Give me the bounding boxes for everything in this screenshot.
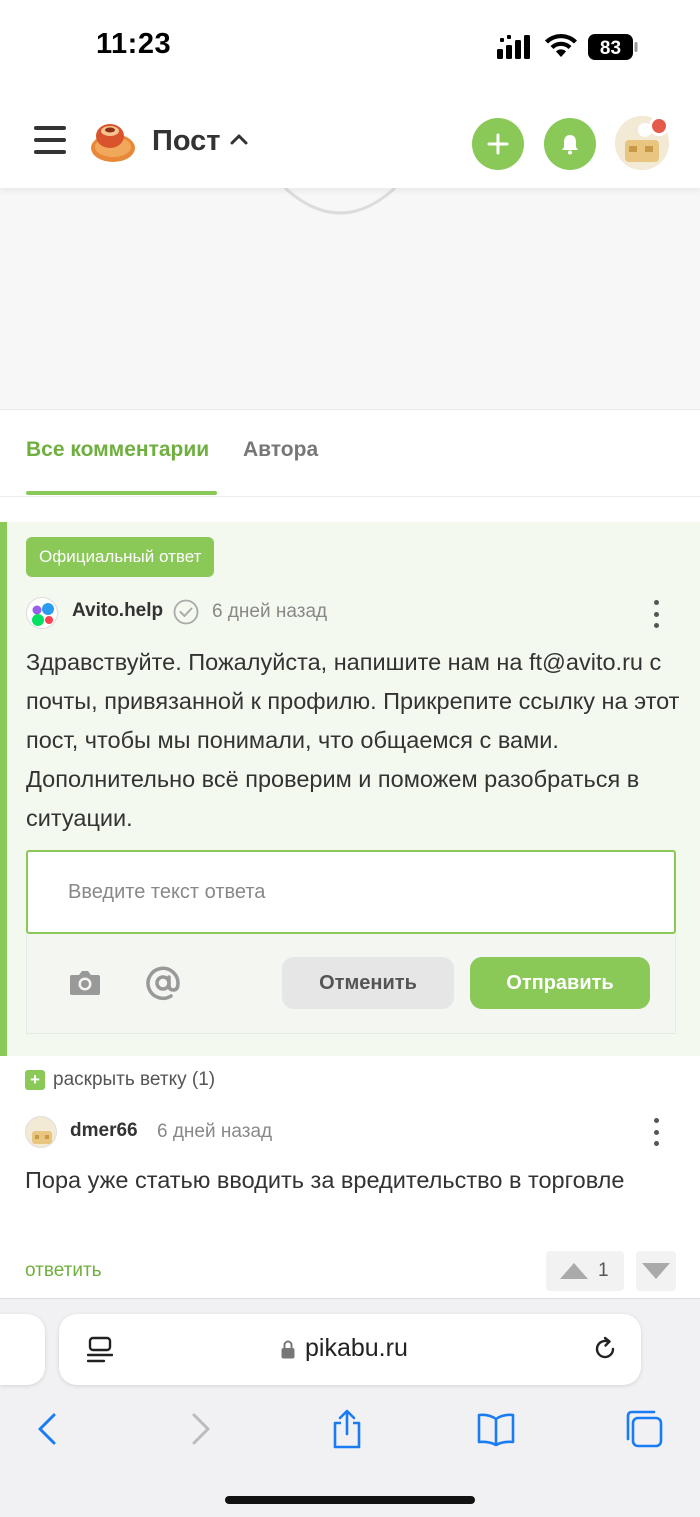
more-options-icon[interactable] xyxy=(651,600,661,628)
bell-icon xyxy=(562,135,578,155)
add-post-button[interactable] xyxy=(472,118,524,170)
share-icon[interactable] xyxy=(327,1409,367,1449)
cellular-signal-icon xyxy=(497,35,530,59)
wifi-icon xyxy=(545,34,577,57)
comments-tabs: Все комментарии Автора xyxy=(0,411,700,497)
plus-icon xyxy=(487,133,509,155)
expand-plus-icon: + xyxy=(25,1070,45,1090)
reload-icon[interactable] xyxy=(591,1335,619,1363)
previous-tab-peek[interactable] xyxy=(0,1314,45,1385)
official-comment: Официальный ответ Avito.help 6 дней наза… xyxy=(0,522,700,1056)
reply-toolbar: Отменить Отправить xyxy=(26,934,676,1034)
notification-dot xyxy=(649,116,669,136)
comment-time: 6 дней назад xyxy=(157,1121,273,1142)
battery-icon: 83 xyxy=(588,34,638,60)
official-answer-badge: Официальный ответ xyxy=(26,537,215,577)
pikabu-logo[interactable] xyxy=(88,118,138,166)
address-bar[interactable]: pikabu.ru xyxy=(59,1314,641,1385)
mention-at-icon[interactable] xyxy=(145,965,181,1001)
status-time: 11:23 xyxy=(96,28,172,60)
vote-count: 1 xyxy=(598,1260,609,1281)
comment-author[interactable]: dmer66 xyxy=(70,1120,138,1142)
tabs-icon[interactable] xyxy=(624,1409,664,1449)
browser-toolbar: pikabu.ru xyxy=(0,1298,700,1517)
reply-text-input[interactable] xyxy=(26,850,676,934)
url-text: pikabu.ru xyxy=(305,1334,408,1362)
tab-all-comments[interactable]: Все комментарии xyxy=(26,438,209,462)
forward-icon[interactable] xyxy=(180,1409,220,1449)
lock-icon xyxy=(281,1340,295,1359)
reader-mode-icon[interactable] xyxy=(87,1336,113,1364)
downvote-button[interactable] xyxy=(636,1251,676,1291)
notifications-button[interactable] xyxy=(544,118,596,170)
active-tab-indicator xyxy=(26,491,217,495)
camera-icon[interactable] xyxy=(69,968,101,996)
home-indicator xyxy=(225,1496,475,1504)
back-icon[interactable] xyxy=(28,1409,68,1449)
app-header: Пост xyxy=(0,96,700,188)
official-comment-marker xyxy=(0,522,7,1056)
expand-thread-label: раскрыть ветку (1) xyxy=(53,1069,216,1090)
more-options-icon[interactable] xyxy=(651,1118,661,1146)
comment-author[interactable]: Avito.help xyxy=(72,600,163,622)
comment-text: Здравствуйте. Пожалуйста, напишите нам н… xyxy=(26,649,680,831)
send-button[interactable]: Отправить xyxy=(470,957,650,1009)
avatar-image xyxy=(26,1117,56,1147)
tab-author-comments[interactable]: Автора xyxy=(243,438,318,462)
chevron-up-icon[interactable] xyxy=(229,132,249,146)
arrow-up-icon xyxy=(560,1263,588,1279)
comment-text: Пора уже статью вводить за вредительство… xyxy=(25,1167,625,1193)
post-media-area xyxy=(0,188,700,410)
dmer66-avatar[interactable] xyxy=(25,1116,57,1148)
status-bar: 11:23 83 xyxy=(0,0,700,96)
reply-link[interactable]: ответить xyxy=(25,1260,102,1282)
cancel-button[interactable]: Отменить xyxy=(282,957,454,1009)
battery-level: 83 xyxy=(600,38,621,59)
verified-check-icon xyxy=(173,599,199,625)
avito-avatar[interactable] xyxy=(26,597,58,629)
hamburger-menu-icon[interactable] xyxy=(34,126,66,156)
upvote-button[interactable]: 1 xyxy=(546,1251,624,1291)
page-title[interactable]: Пост xyxy=(152,125,221,158)
expand-thread-link[interactable]: + раскрыть ветку (1) xyxy=(25,1068,215,1092)
avito-logo-icon xyxy=(32,603,54,626)
bookmarks-icon[interactable] xyxy=(476,1409,516,1449)
media-placeholder xyxy=(283,188,397,215)
comment-time: 6 дней назад xyxy=(212,601,328,622)
arrow-down-icon xyxy=(642,1263,670,1279)
